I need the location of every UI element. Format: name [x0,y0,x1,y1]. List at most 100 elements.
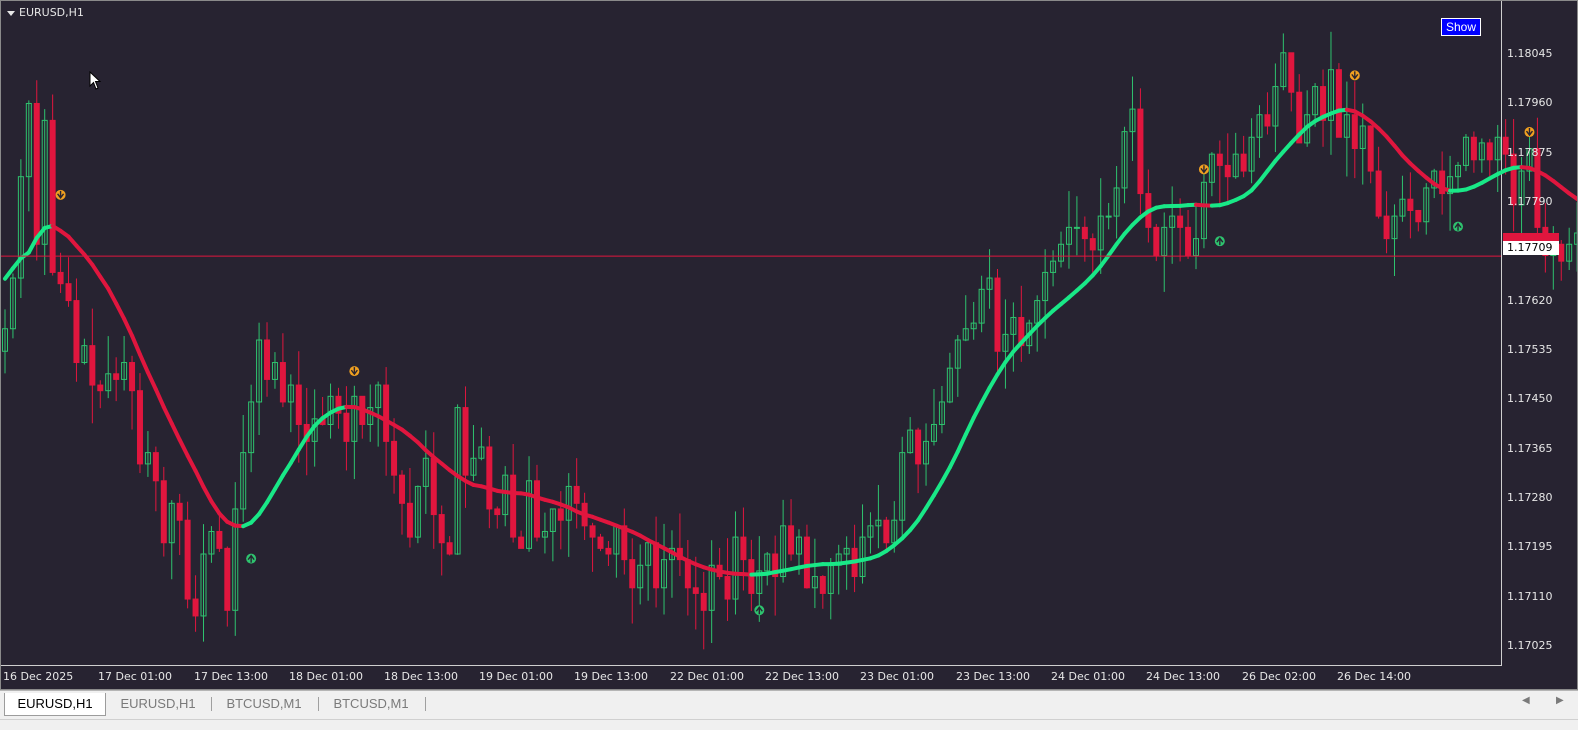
ma-segment-up [966,418,974,435]
bear-candle [265,340,270,379]
bear-candle [66,284,71,301]
price-chart[interactable] [1,1,1578,690]
symbol-text: EURUSD,H1 [19,6,84,19]
ma-segment-down [156,389,164,407]
bear-candle [392,441,397,475]
bear-candle [1241,154,1246,171]
bear-candle [1138,109,1143,193]
bear-candle [217,531,222,548]
price-tick: 1.17025 [1507,639,1553,652]
price-tick: 1.17195 [1507,540,1553,553]
ma-segment-up [299,437,307,450]
ma-segment-up [934,482,942,495]
ma-segment-up [926,495,934,508]
ma-segment-down [188,456,196,471]
bear-candle [463,408,468,476]
price-tick: 1.18045 [1507,47,1553,60]
date-tick: 23 Dec 13:00 [956,670,1030,683]
bear-candle [1265,115,1270,126]
bear-candle [916,430,921,464]
ma-segment-up [918,508,926,520]
bear-candle [995,278,1000,351]
candles-group [3,32,1578,650]
tab-eurusd-h1-active[interactable]: EURUSD,H1 [4,693,106,716]
chart-tab-bar: EURUSD,H1 EURUSD,H1 BTCUSD,M1 BTCUSD,M1 … [0,690,1578,720]
date-tick: 17 Dec 01:00 [98,670,172,683]
bear-candle [574,486,579,503]
symbol-label[interactable]: EURUSD,H1 [7,6,84,19]
bear-candle [558,509,563,520]
ma-segment-down [116,303,124,318]
date-tick: 23 Dec 01:00 [860,670,934,683]
ma-segment-down [108,289,116,304]
date-tick: 19 Dec 01:00 [479,670,553,683]
time-axis-border [1,665,1501,666]
tab-btcusd-m1-2[interactable]: BTCUSD,M1 [321,693,421,715]
bear-candle [804,537,809,588]
bear-candle [1336,70,1341,138]
bear-candle [654,543,659,588]
price-tick: 1.17875 [1507,146,1553,159]
ma-segment-down [164,407,172,423]
bear-candle [590,526,595,537]
bear-candle [177,503,182,520]
ma-segment-down [211,501,219,513]
ma-segment-up [275,475,283,488]
price-axis-border [1501,1,1502,666]
bear-candle [789,526,794,554]
bear-candle [431,458,436,514]
ma-segment-down [124,319,132,336]
ma-segment-down [92,265,100,277]
scroll-right-icon[interactable]: ▶ [1556,695,1564,706]
bear-candle [1154,227,1159,255]
price-tick: 1.17960 [1507,96,1553,109]
ma-segment-up [982,388,990,403]
bear-candle [487,447,492,509]
bear-candle [511,475,516,537]
ma-segment-down [196,471,204,487]
bear-candle [693,588,698,594]
scroll-left-icon[interactable]: ◀ [1522,695,1530,706]
bear-candle [58,272,63,283]
ma-segment-up [283,463,291,476]
bull-candle [1106,216,1111,217]
bear-candle [820,577,825,594]
bear-candle [114,374,119,380]
bear-candle [447,543,452,554]
bear-candle [1090,239,1095,250]
tab-btcusd-m1[interactable]: BTCUSD,M1 [214,693,314,715]
price-tick: 1.17110 [1507,590,1553,603]
chart-area[interactable]: EURUSD,H1 Show 1.18045 1.17960 1.17875 1… [0,0,1578,690]
ma-segment-down [172,423,180,439]
price-tick: 1.17790 [1507,195,1553,208]
date-tick: 19 Dec 13:00 [574,670,648,683]
ma-segment-up [259,502,267,514]
bear-candle [1408,199,1413,210]
ma-segment-up [998,362,1006,374]
show-button[interactable]: Show [1441,18,1481,36]
bear-candle [74,301,79,363]
bear-candle [1186,227,1191,255]
date-tick: 26 Dec 02:00 [1242,670,1316,683]
bear-candle [725,577,730,600]
bear-candle [344,413,349,441]
bear-candle [50,120,55,272]
tab-separator [318,697,319,711]
date-tick: 22 Dec 01:00 [670,670,744,683]
date-tick: 18 Dec 13:00 [384,670,458,683]
bear-candle [439,515,444,543]
bear-candle [741,537,746,560]
ma-segment-up [267,489,275,502]
tab-eurusd-h1[interactable]: EURUSD,H1 [108,693,208,715]
bear-candle [1368,126,1373,171]
ma-segment-up [291,450,299,463]
date-tick: 24 Dec 13:00 [1146,670,1220,683]
bear-candle [1376,171,1381,216]
bear-candle [685,560,690,588]
ma-segment-up [974,403,982,418]
bear-candle [153,453,158,481]
bear-candle [1535,149,1540,228]
ma-segment-down [132,336,140,355]
dropdown-triangle-icon[interactable] [7,11,15,16]
ma-segment-down [204,487,212,502]
